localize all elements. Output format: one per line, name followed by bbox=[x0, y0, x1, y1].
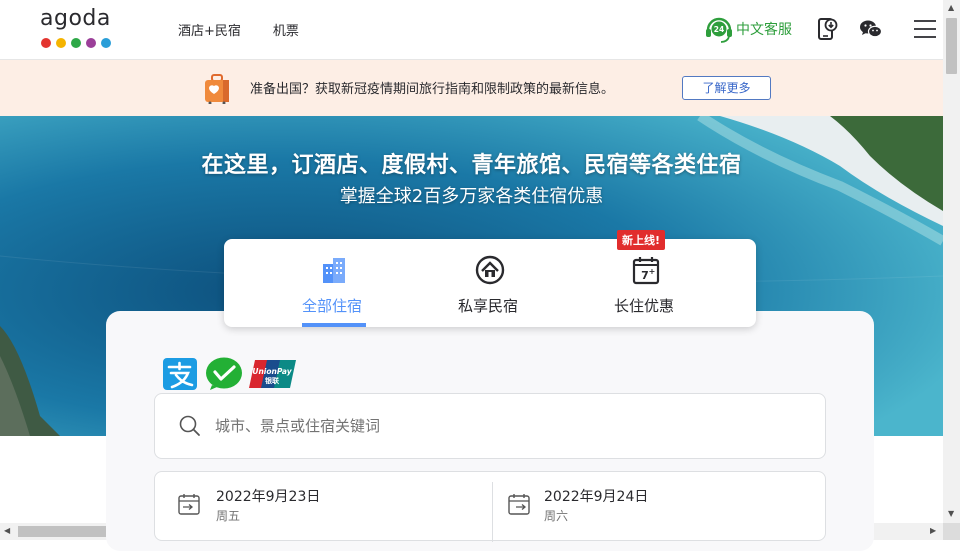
vertical-scroll-thumb[interactable] bbox=[946, 18, 957, 74]
logo-dot bbox=[71, 38, 81, 48]
search-icon bbox=[179, 415, 200, 436]
top-header: agoda 酒店+民宿 机票 24 中文客服 bbox=[0, 0, 943, 60]
home-icon bbox=[475, 255, 505, 285]
suitcase-heart-icon bbox=[205, 74, 229, 104]
accommodation-type-tabs: 全部住宿 私享民宿 7 + 长住优惠 新上线! bbox=[224, 230, 756, 327]
tab-long-stay[interactable]: 7 + 长住优惠 bbox=[598, 239, 694, 327]
checkin-date-field[interactable]: 2022年9月23日 周五 bbox=[155, 472, 491, 532]
logo-dots bbox=[41, 38, 111, 48]
logo-dot bbox=[41, 38, 51, 48]
scroll-right-arrow-icon[interactable]: ▶ bbox=[930, 526, 936, 535]
logo-dot bbox=[101, 38, 111, 48]
tab-all-stays[interactable]: 全部住宿 bbox=[286, 239, 382, 327]
headset-24-icon: 24 bbox=[706, 17, 732, 43]
logo-dot bbox=[56, 38, 66, 48]
calendar-7plus-icon: 7 + bbox=[632, 257, 660, 285]
checkout-date: 2022年9月24日 bbox=[544, 489, 649, 505]
checkout-calendar-icon bbox=[508, 494, 530, 515]
alipay-icon bbox=[163, 358, 197, 390]
tab-private-homes[interactable]: 私享民宿 bbox=[442, 239, 538, 327]
notice-text: 准备出国？获取新冠疫情期间旅行指南和限制政策的最新信息。 bbox=[250, 82, 615, 97]
scrollbar-corner bbox=[943, 523, 960, 540]
main-nav: 酒店+民宿 机票 bbox=[178, 20, 299, 39]
hero-subtitle: 掌握全球2百多万家各类住宿优惠 bbox=[339, 186, 604, 207]
checkin-weekday: 周五 bbox=[216, 509, 241, 523]
svg-text:24: 24 bbox=[714, 25, 724, 34]
unionpay-text: UnionPay bbox=[252, 367, 292, 376]
search-card: UnionPay 银联 2022年9月23日 周五 bbox=[106, 311, 874, 551]
travel-notice-bar: 准备出国？获取新冠疫情期间旅行指南和限制政策的最新信息。 了解更多 bbox=[0, 60, 943, 116]
destination-search-box[interactable] bbox=[154, 393, 826, 459]
tab-label: 私享民宿 bbox=[458, 297, 519, 315]
scroll-up-arrow-icon[interactable]: ▲ bbox=[948, 3, 954, 12]
checkout-weekday: 周六 bbox=[544, 509, 569, 523]
wechat-pay-icon bbox=[206, 357, 242, 390]
tab-label: 全部住宿 bbox=[302, 297, 363, 315]
tab-label: 长住优惠 bbox=[614, 297, 675, 315]
new-launch-badge: 新上线! bbox=[617, 230, 666, 250]
nav-hotels[interactable]: 酒店+民宿 bbox=[178, 20, 241, 39]
nav-flights[interactable]: 机票 bbox=[273, 20, 299, 39]
learn-more-button[interactable]: 了解更多 bbox=[682, 76, 771, 100]
search-input[interactable] bbox=[215, 394, 805, 458]
hero-title: 在这里，订酒店、度假村、青年旅馆、民宿等各类住宿 bbox=[201, 153, 742, 178]
agoda-logo[interactable]: agoda bbox=[40, 6, 114, 50]
scroll-down-arrow-icon[interactable]: ▼ bbox=[948, 509, 954, 518]
logo-text: agoda bbox=[40, 6, 111, 31]
customer-service-label: 中文客服 bbox=[736, 22, 792, 38]
wechat-icon[interactable] bbox=[858, 16, 884, 42]
menu-icon[interactable] bbox=[912, 16, 938, 42]
scroll-left-arrow-icon[interactable]: ◀ bbox=[4, 526, 10, 535]
logo-dot bbox=[86, 38, 96, 48]
unionpay-cn-text: 银联 bbox=[265, 376, 280, 385]
checkout-date-field[interactable]: 2022年9月24日 周六 bbox=[493, 472, 827, 532]
active-tab-underline bbox=[302, 323, 366, 327]
building-icon bbox=[323, 258, 345, 283]
checkin-date: 2022年9月23日 bbox=[216, 489, 321, 505]
unionpay-icon: UnionPay 银联 bbox=[249, 360, 296, 388]
app-download-icon[interactable] bbox=[813, 16, 839, 42]
date-selector: 2022年9月23日 周五 2022年9月24日 周六 bbox=[154, 471, 827, 542]
vertical-scrollbar[interactable]: ▲ ▼ bbox=[943, 0, 960, 523]
checkin-calendar-icon bbox=[178, 494, 200, 515]
customer-service-link[interactable]: 24 中文客服 bbox=[704, 15, 792, 43]
svg-text:+: + bbox=[649, 267, 656, 276]
